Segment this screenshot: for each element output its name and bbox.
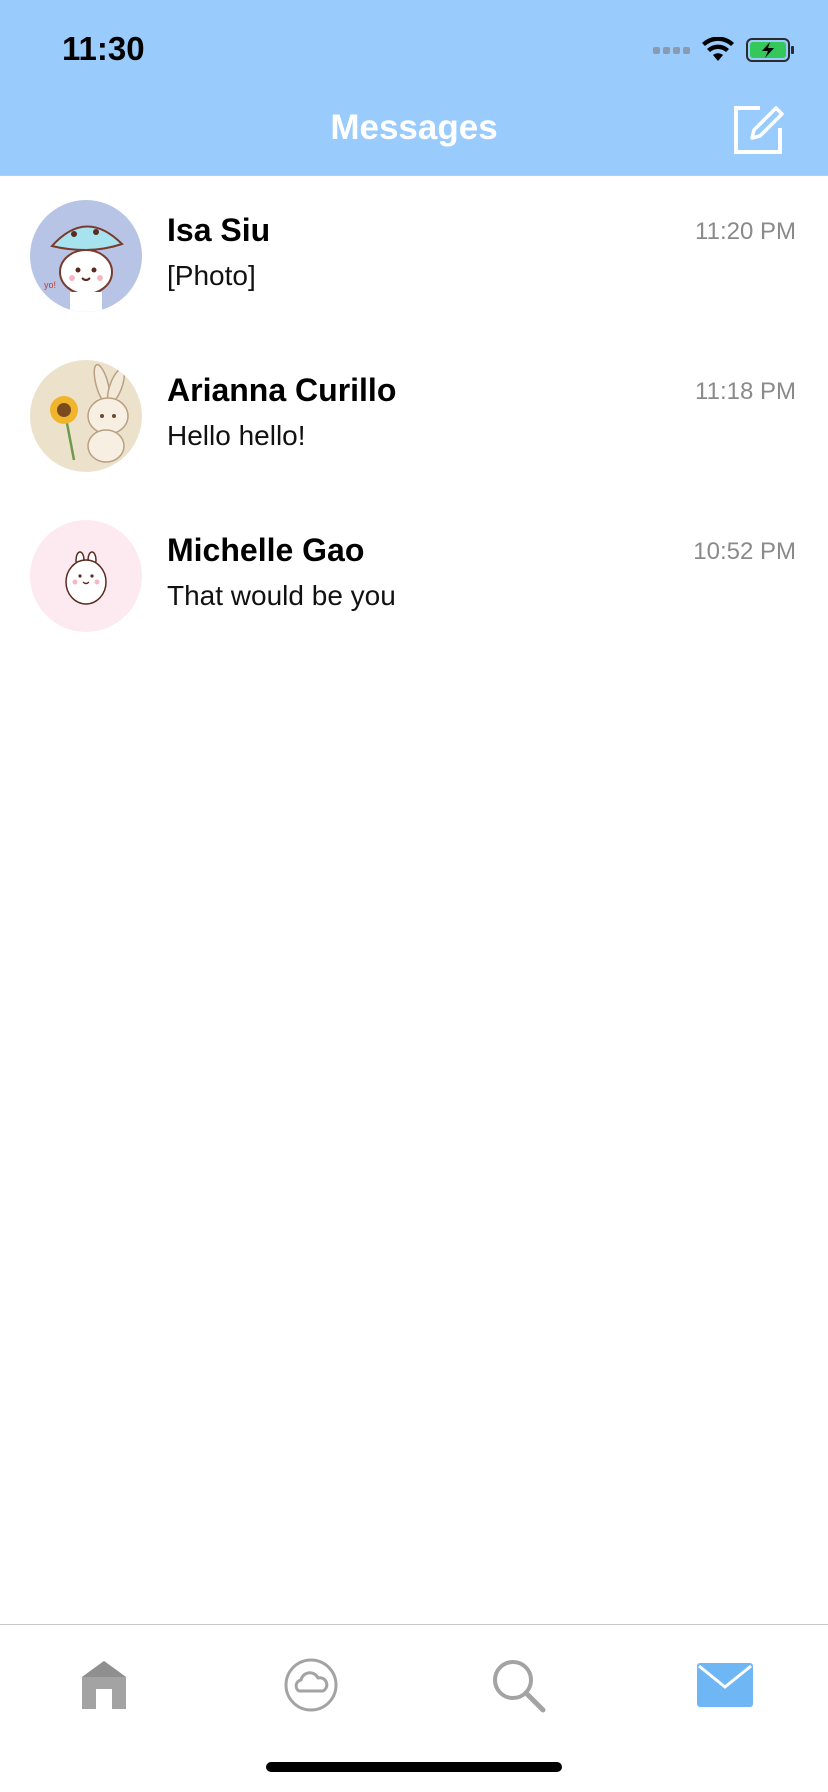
tab-search[interactable] — [478, 1649, 558, 1721]
avatar: yo! — [30, 200, 142, 312]
conversation-row[interactable]: Michelle Gao That would be you 10:52 PM — [0, 496, 828, 656]
svg-text:yo!: yo! — [44, 280, 56, 290]
avatar — [30, 520, 142, 632]
search-icon — [493, 1660, 546, 1713]
avatar — [30, 360, 142, 472]
wifi-icon — [702, 37, 734, 61]
message-time: 10:52 PM — [693, 538, 796, 565]
compose-button[interactable] — [732, 104, 784, 156]
battery-charging-icon — [746, 38, 794, 62]
tab-home[interactable] — [64, 1649, 144, 1721]
status-time: 11:30 — [62, 30, 145, 67]
home-icon — [82, 1661, 126, 1709]
conversation-row[interactable]: Arianna Curillo Hello hello! 11:18 PM — [0, 336, 828, 496]
tab-messages[interactable] — [685, 1649, 765, 1721]
contact-name: Isa Siu — [167, 212, 271, 248]
message-time: 11:20 PM — [695, 218, 796, 245]
message-time: 11:18 PM — [695, 378, 796, 405]
mail-icon — [697, 1663, 753, 1707]
contact-name: Michelle Gao — [167, 532, 365, 568]
header-bar: 11:30 Messages — [0, 0, 828, 176]
tab-cloud[interactable] — [271, 1649, 351, 1721]
status-icons — [653, 36, 796, 64]
cellular-signal-icon — [653, 46, 690, 54]
message-preview: [Photo] — [167, 260, 256, 291]
cloud-icon — [284, 1658, 338, 1712]
home-indicator[interactable] — [266, 1762, 562, 1772]
contact-name: Arianna Curillo — [167, 372, 397, 408]
conversation-row[interactable]: yo! Isa Siu [Photo] 11:20 PM — [0, 176, 828, 336]
page-title: Messages — [330, 108, 498, 147]
message-preview: Hello hello! — [167, 420, 306, 451]
message-preview: That would be you — [167, 580, 396, 611]
